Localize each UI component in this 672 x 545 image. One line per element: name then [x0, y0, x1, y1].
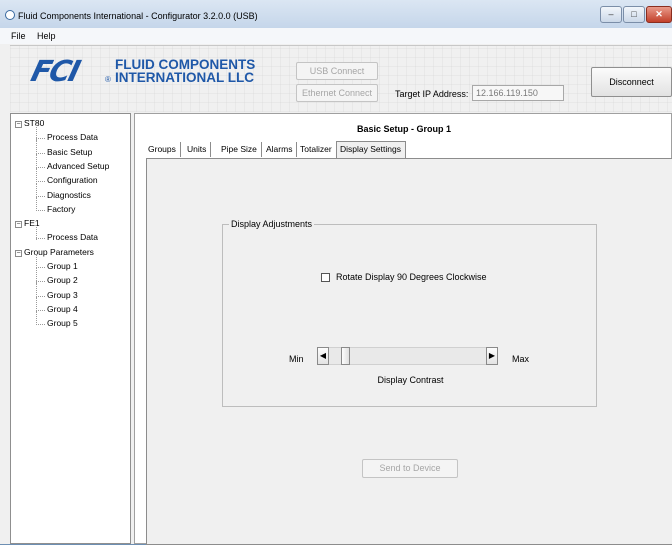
ip-address-label: Target IP Address:: [395, 89, 469, 99]
menu-bar: File Help: [0, 28, 672, 44]
app-window: Fluid Components International - Configu…: [0, 0, 672, 545]
tree-connector: [36, 238, 45, 240]
tree-node-group-1[interactable]: Group 1: [47, 261, 78, 271]
tree-connector: [36, 195, 45, 197]
logo-line-2: INTERNATIONAL LLC: [115, 70, 254, 85]
minimize-button[interactable]: –: [600, 6, 622, 23]
tree-connector: [36, 168, 37, 183]
tab-alarms[interactable]: Alarms: [266, 142, 298, 157]
tree-connector: [36, 309, 45, 311]
tree-connector: [36, 267, 45, 268]
tree-connector: [36, 181, 45, 183]
tree-expander-icon[interactable]: −: [15, 249, 22, 257]
tree-node-group-4[interactable]: Group 4: [47, 304, 78, 314]
tree-node-fe1[interactable]: FE1: [24, 218, 40, 228]
contrast-slider-thumb[interactable]: [340, 347, 350, 365]
ethernet-connect-button[interactable]: Ethernet Connect: [296, 84, 378, 102]
display-contrast-label: Display Contrast: [377, 375, 444, 385]
disconnect-button[interactable]: Disconnect: [591, 67, 672, 97]
slider-right-arrow-icon[interactable]: ▶: [486, 347, 498, 365]
tree-node-diagnostics[interactable]: Diagnostics: [47, 190, 91, 200]
send-to-device-button[interactable]: Send to Device: [362, 459, 458, 478]
tree-connector: [36, 311, 37, 326]
tab-units[interactable]: Units: [187, 142, 212, 157]
tree-connector: [36, 153, 37, 169]
tree-node-configuration[interactable]: Configuration: [47, 175, 98, 185]
app-icon: [5, 10, 15, 20]
tree-node-process-data[interactable]: Process Data: [47, 132, 98, 142]
menu-help[interactable]: Help: [37, 31, 56, 41]
tree-node-st80[interactable]: ST80: [24, 118, 44, 128]
display-adjustments-group: Display Adjustments Rotate Display 90 De…: [222, 219, 597, 407]
rotate-display-checkbox[interactable]: [321, 273, 330, 282]
fci-logo: FCI ® FLUID COMPONENTS INTERNATIONAL LLC: [28, 54, 292, 90]
usb-connect-button[interactable]: USB Connect: [296, 62, 378, 80]
tree-connector: [36, 324, 45, 326]
tree-expander-icon[interactable]: −: [15, 121, 22, 128]
window-title: Fluid Components International - Configu…: [18, 11, 258, 21]
tree-connector: [36, 139, 37, 154]
logo-mark: FCI: [27, 54, 83, 88]
tree-node-group-3[interactable]: Group 3: [47, 290, 78, 300]
tab-totalizer[interactable]: Totalizer: [300, 142, 337, 157]
ip-address-field[interactable]: 12.166.119.150: [472, 85, 564, 101]
slider-left-arrow-icon[interactable]: ◀: [317, 347, 329, 365]
tab-page-display-settings: Display Adjustments Rotate Display 90 De…: [146, 158, 672, 545]
contrast-max-label: Max: [512, 354, 530, 364]
title-bar[interactable]: Fluid Components International - Configu…: [0, 0, 672, 29]
tree-connector: [36, 152, 45, 154]
rotate-display-label[interactable]: Rotate Display 90 Degrees Clockwise: [336, 272, 487, 282]
tab-pipe-size[interactable]: Pipe Size: [221, 142, 262, 157]
tree-connector: [36, 282, 37, 297]
tree-expander-icon[interactable]: −: [15, 221, 22, 229]
tree-connector: [36, 125, 37, 140]
tree-node-group-parameters[interactable]: Group Parameters: [24, 247, 94, 257]
tree-connector: [36, 209, 45, 211]
navigation-tree: − ST80 Process Data Basic Setup Advanced Set…: [10, 113, 131, 544]
tree-node-basic-setup[interactable]: Basic Setup: [47, 147, 92, 157]
tree-connector: [36, 295, 45, 297]
registered-mark: ®: [105, 75, 111, 84]
tree-connector: [36, 138, 45, 140]
tree-connector: [36, 281, 45, 283]
menu-file[interactable]: File: [11, 31, 26, 41]
tree-connector: [36, 296, 37, 312]
maximize-button[interactable]: □: [623, 6, 645, 23]
close-button[interactable]: ✕: [646, 6, 672, 23]
settings-panel: Basic Setup - Group 1 Groups Units Pipe …: [134, 113, 672, 545]
tree-connector: [36, 196, 37, 212]
panel-title: Basic Setup - Group 1: [356, 124, 452, 134]
contrast-min-label: Min: [289, 354, 304, 364]
tree-node-advanced-setup[interactable]: Advanced Setup: [47, 161, 109, 171]
tree-node-process-data[interactable]: Process Data: [47, 232, 98, 242]
tree-connector: [36, 225, 37, 240]
tree-connector: [36, 182, 37, 197]
tree-node-group-2[interactable]: Group 2: [47, 275, 78, 285]
tree-connector: [36, 268, 37, 283]
tree-connector: [36, 166, 45, 168]
group-title: Display Adjustments: [229, 219, 315, 229]
tree-connector: [36, 254, 37, 269]
tree-node-group-5[interactable]: Group 5: [47, 318, 78, 328]
tab-display-settings[interactable]: Display Settings: [336, 141, 406, 158]
tab-groups[interactable]: Groups: [148, 142, 181, 157]
tree-node-factory[interactable]: Factory: [47, 204, 75, 214]
